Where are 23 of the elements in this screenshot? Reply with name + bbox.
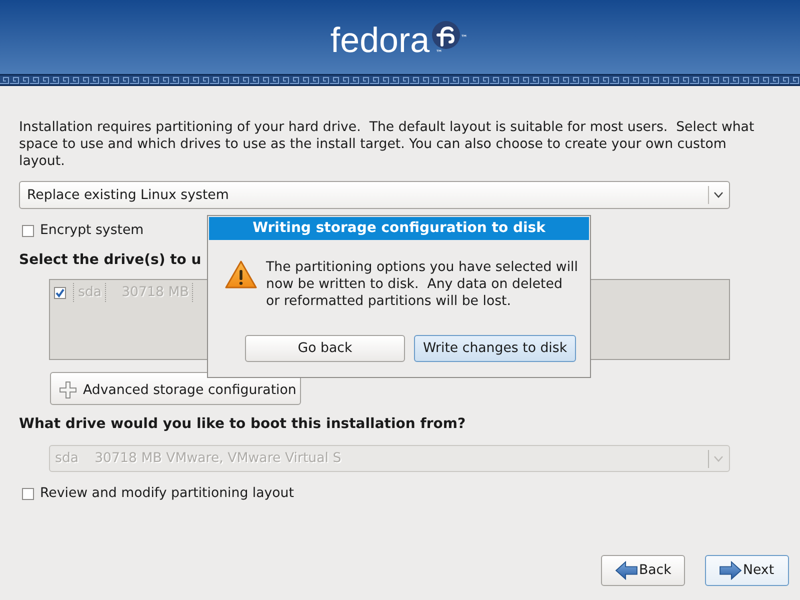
- boot-drive-heading: What drive would you like to boot this installation from?: [19, 416, 466, 433]
- encrypt-label: Encrypt system: [40, 222, 144, 240]
- chevron-down-icon: [714, 192, 723, 198]
- logo-bubble-icon: [432, 21, 460, 49]
- warning-icon: [225, 260, 257, 289]
- advanced-storage-button[interactable]: Advanced storage configuration: [50, 372, 301, 405]
- layout-dropdown[interactable]: Replace existing Linux system: [19, 181, 730, 209]
- arrow-right-icon: [719, 561, 742, 580]
- go-back-button[interactable]: Go back: [245, 335, 405, 362]
- drives-heading: Select the drive(s) to u: [19, 252, 202, 269]
- back-button[interactable]: Back: [601, 555, 685, 586]
- encrypt-checkbox[interactable]: [22, 225, 34, 237]
- logo-wordmark: fedora: [330, 21, 430, 61]
- next-button[interactable]: Next: [705, 555, 789, 586]
- arrow-left-icon: [615, 561, 638, 580]
- write-changes-button[interactable]: Write changes to disk: [414, 335, 576, 362]
- plus-icon: [59, 381, 77, 399]
- review-checkbox[interactable]: [22, 488, 34, 500]
- intro-text: Installation requires partitioning of your hard drive. The default layout is suitable for most users. Select what space to use and which drives to use as the install target. You can also choose to create your own custom layout.: [19, 119, 756, 170]
- chevron-down-icon: [714, 456, 723, 462]
- dialog-message: The partitioning options you have selected will now be written to disk. Any data on deleted or reformatted partitions will be lost.: [266, 259, 579, 310]
- review-label: Review and modify partitioning layout: [40, 485, 294, 503]
- dialog-title: Writing storage configuration to disk: [209, 217, 589, 240]
